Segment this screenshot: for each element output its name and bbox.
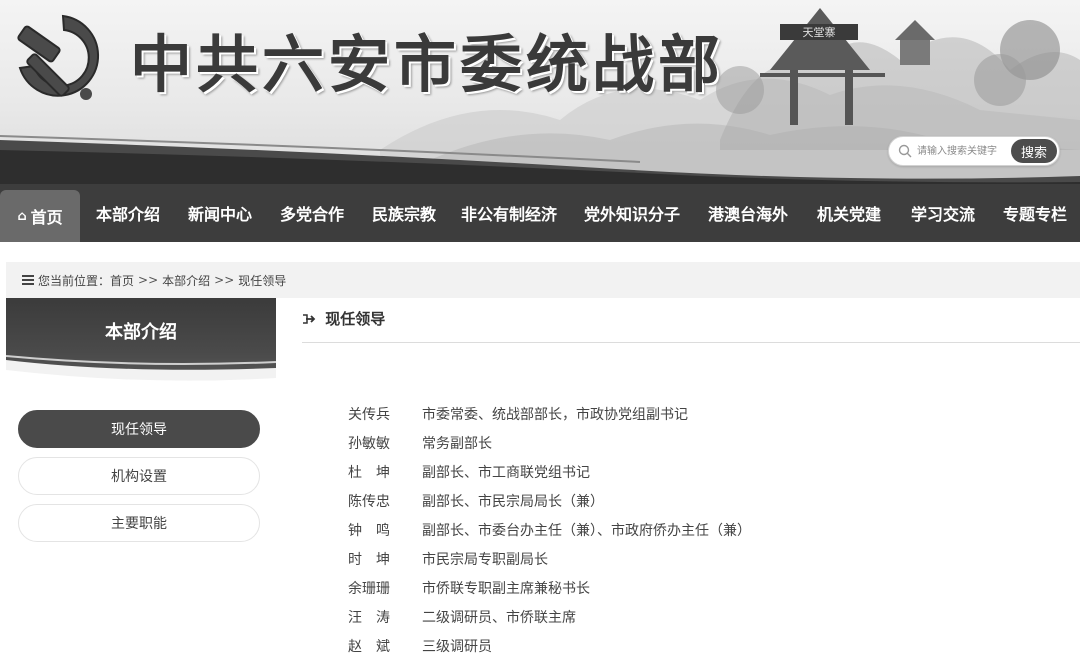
search-box: 搜索 [888, 136, 1060, 166]
nav-item-about[interactable]: 本部介绍 [80, 184, 176, 242]
search-input[interactable] [917, 142, 1009, 160]
site-title: 中共六安市委统战部 [130, 28, 725, 101]
content-title-text: 现任领导 [325, 310, 386, 328]
nav-item-hk-macao-taiwan[interactable]: 港澳台海外 [694, 184, 802, 242]
breadcrumb-home[interactable]: 首页 [110, 272, 134, 289]
search-icon [898, 144, 912, 158]
sidebar-item-functions[interactable]: 主要职能 [18, 504, 260, 542]
list-item: 陈传忠 副部长、市民宗局局长（兼） [348, 486, 751, 515]
main-nav: ⌂ 首页 本部介绍 新闻中心 多党合作 民族宗教 非公有制经济 党外知识分子 港… [0, 184, 1080, 242]
leader-title: 市侨联专职副主席兼秘书长 [422, 580, 590, 597]
leader-name: 杜坤 [348, 464, 404, 481]
leader-title: 副部长、市委台办主任（兼）、市政府侨办主任（兼） [422, 522, 751, 539]
sidebar-item-organization[interactable]: 机构设置 [18, 457, 260, 495]
sidebar-title: 本部介绍 [105, 322, 177, 343]
breadcrumb-separator: >> [214, 273, 235, 287]
leader-name: 陈传忠 [348, 493, 390, 510]
home-icon: ⌂ [17, 208, 27, 224]
leader-title: 二级调研员、市侨联主席 [422, 609, 576, 626]
breadcrumb-prefix: 您当前位置： [38, 273, 111, 288]
list-item: 余珊珊 市侨联专职副主席兼秘书长 [348, 573, 751, 602]
list-item: 孙敏敏 常务副部长 [348, 428, 751, 457]
hammer-sickle-icon [17, 14, 100, 100]
breadcrumb-about[interactable]: 本部介绍 [162, 272, 210, 289]
leader-name: 钟鸣 [348, 522, 404, 539]
nav-item-topics[interactable]: 专题专栏 [990, 184, 1080, 242]
nav-item-multi-party[interactable]: 多党合作 [264, 184, 360, 242]
nav-item-study[interactable]: 学习交流 [896, 184, 990, 242]
leader-name: 时坤 [348, 551, 404, 568]
leader-name: 孙敏敏 [348, 435, 390, 452]
nav-item-ethnic-religion[interactable]: 民族宗教 [360, 184, 448, 242]
content-title: 现任领导 [302, 308, 1080, 343]
leader-name: 赵斌 [348, 638, 404, 655]
leader-name: 汪涛 [348, 609, 404, 626]
list-icon [22, 275, 34, 285]
leader-title: 市委常委、统战部部长，市政协党组副书记 [422, 406, 688, 423]
list-item: 杜坤 副部长、市工商联党组书记 [348, 457, 751, 486]
list-item: 汪涛 二级调研员、市侨联主席 [348, 602, 751, 631]
list-item: 赵斌 三级调研员 [348, 631, 751, 660]
nav-item-news[interactable]: 新闻中心 [176, 184, 264, 242]
nav-item-home[interactable]: ⌂ 首页 [0, 190, 80, 242]
nav-item-label: 首页 [30, 208, 63, 227]
site-header: 天堂寨 中共六安市委统战部 搜索 [0, 0, 1080, 184]
leader-list: 关传兵 市委常委、统战部部长，市政协党组副书记 孙敏敏 常务副部长 杜坤 副部长… [348, 399, 751, 660]
list-item: 钟鸣 副部长、市委台办主任（兼）、市政府侨办主任（兼） [348, 515, 751, 544]
search-button[interactable]: 搜索 [1011, 139, 1057, 163]
leader-title: 副部长、市工商联党组书记 [422, 464, 590, 481]
leader-title: 副部长、市民宗局局长（兼） [422, 493, 604, 510]
leader-title: 常务副部长 [422, 435, 492, 452]
leader-title: 市民宗局专职副局长 [422, 551, 548, 568]
leader-name: 余珊珊 [348, 580, 390, 597]
breadcrumb-current[interactable]: 现任领导 [238, 272, 286, 289]
sidebar-menu: 现任领导 机构设置 主要职能 [18, 410, 260, 551]
breadcrumb-separator: >> [138, 273, 159, 287]
nav-item-intellectuals[interactable]: 党外知识分子 [570, 184, 694, 242]
list-item: 关传兵 市委常委、统战部部长，市政协党组副书记 [348, 399, 751, 428]
leader-title: 三级调研员 [422, 638, 492, 655]
list-item: 时坤 市民宗局专职副局长 [348, 544, 751, 573]
arrow-right-icon [303, 314, 316, 324]
sidebar-header: 本部介绍 [6, 298, 276, 388]
leader-name: 关传兵 [348, 406, 390, 423]
nav-item-party-building[interactable]: 机关党建 [802, 184, 896, 242]
nav-item-non-public-economy[interactable]: 非公有制经济 [448, 184, 570, 242]
breadcrumb: 您当前位置： 首页 >> 本部介绍 >> 现任领导 [6, 262, 1080, 298]
sidebar-item-current-leaders[interactable]: 现任领导 [18, 410, 260, 448]
